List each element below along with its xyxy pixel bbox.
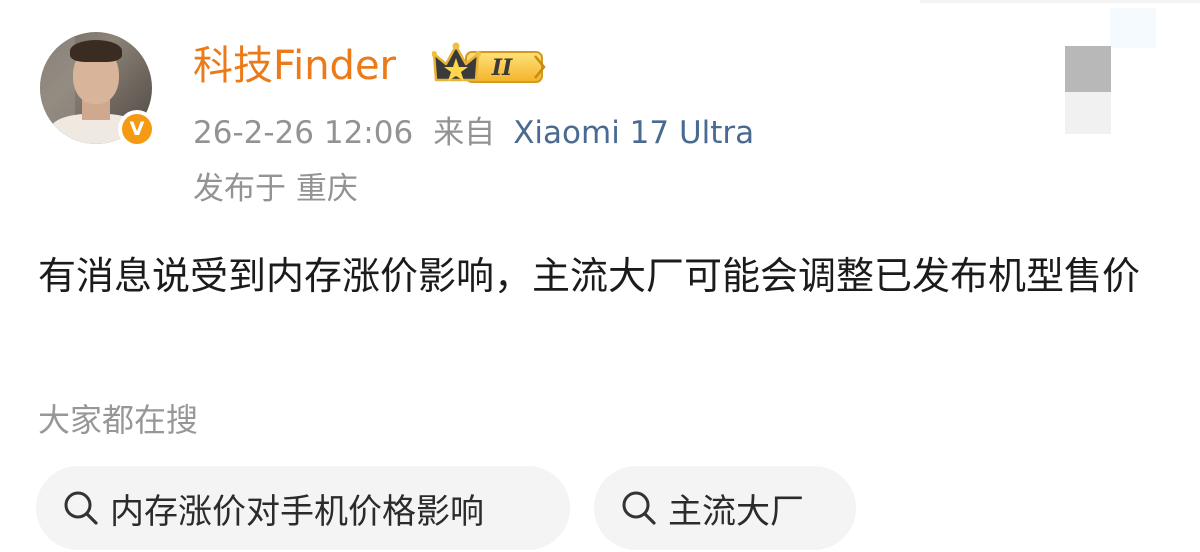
search-icon xyxy=(64,491,98,525)
search-chip[interactable]: 内存涨价对手机价格影响 xyxy=(36,466,570,550)
author-name[interactable]: 科技Finder xyxy=(193,40,396,92)
verified-badge-icon: V xyxy=(118,110,156,148)
post-meta: 26-2-26 12:06 来自 Xiaomi 17 Ultra xyxy=(193,112,754,154)
top-divider xyxy=(920,0,1200,3)
post-location: 发布于 重庆 xyxy=(193,171,358,207)
more-options-shadow xyxy=(1065,92,1111,134)
search-chip-label: 内存涨价对手机价格影响 xyxy=(110,491,484,532)
device-link[interactable]: Xiaomi 17 Ultra xyxy=(513,115,754,151)
corner-decoration xyxy=(1110,8,1156,48)
more-options-icon[interactable] xyxy=(1065,46,1111,92)
from-label: 来自 xyxy=(433,115,496,151)
trending-search-label: 大家都在搜 xyxy=(38,401,199,439)
crown-level-badge-icon[interactable]: II xyxy=(432,42,548,88)
verified-mark: V xyxy=(122,114,152,144)
search-chip[interactable]: 主流大厂 xyxy=(594,466,856,550)
post-time: 26-2-26 12:06 xyxy=(193,115,414,151)
level-badge-text: II xyxy=(491,55,513,81)
search-icon xyxy=(622,491,656,525)
post-body: 有消息说受到内存涨价影响，主流大厂可能会调整已发布机型售价 xyxy=(38,254,1141,298)
search-chip-label: 主流大厂 xyxy=(668,491,804,532)
avatar[interactable]: V xyxy=(40,32,156,148)
